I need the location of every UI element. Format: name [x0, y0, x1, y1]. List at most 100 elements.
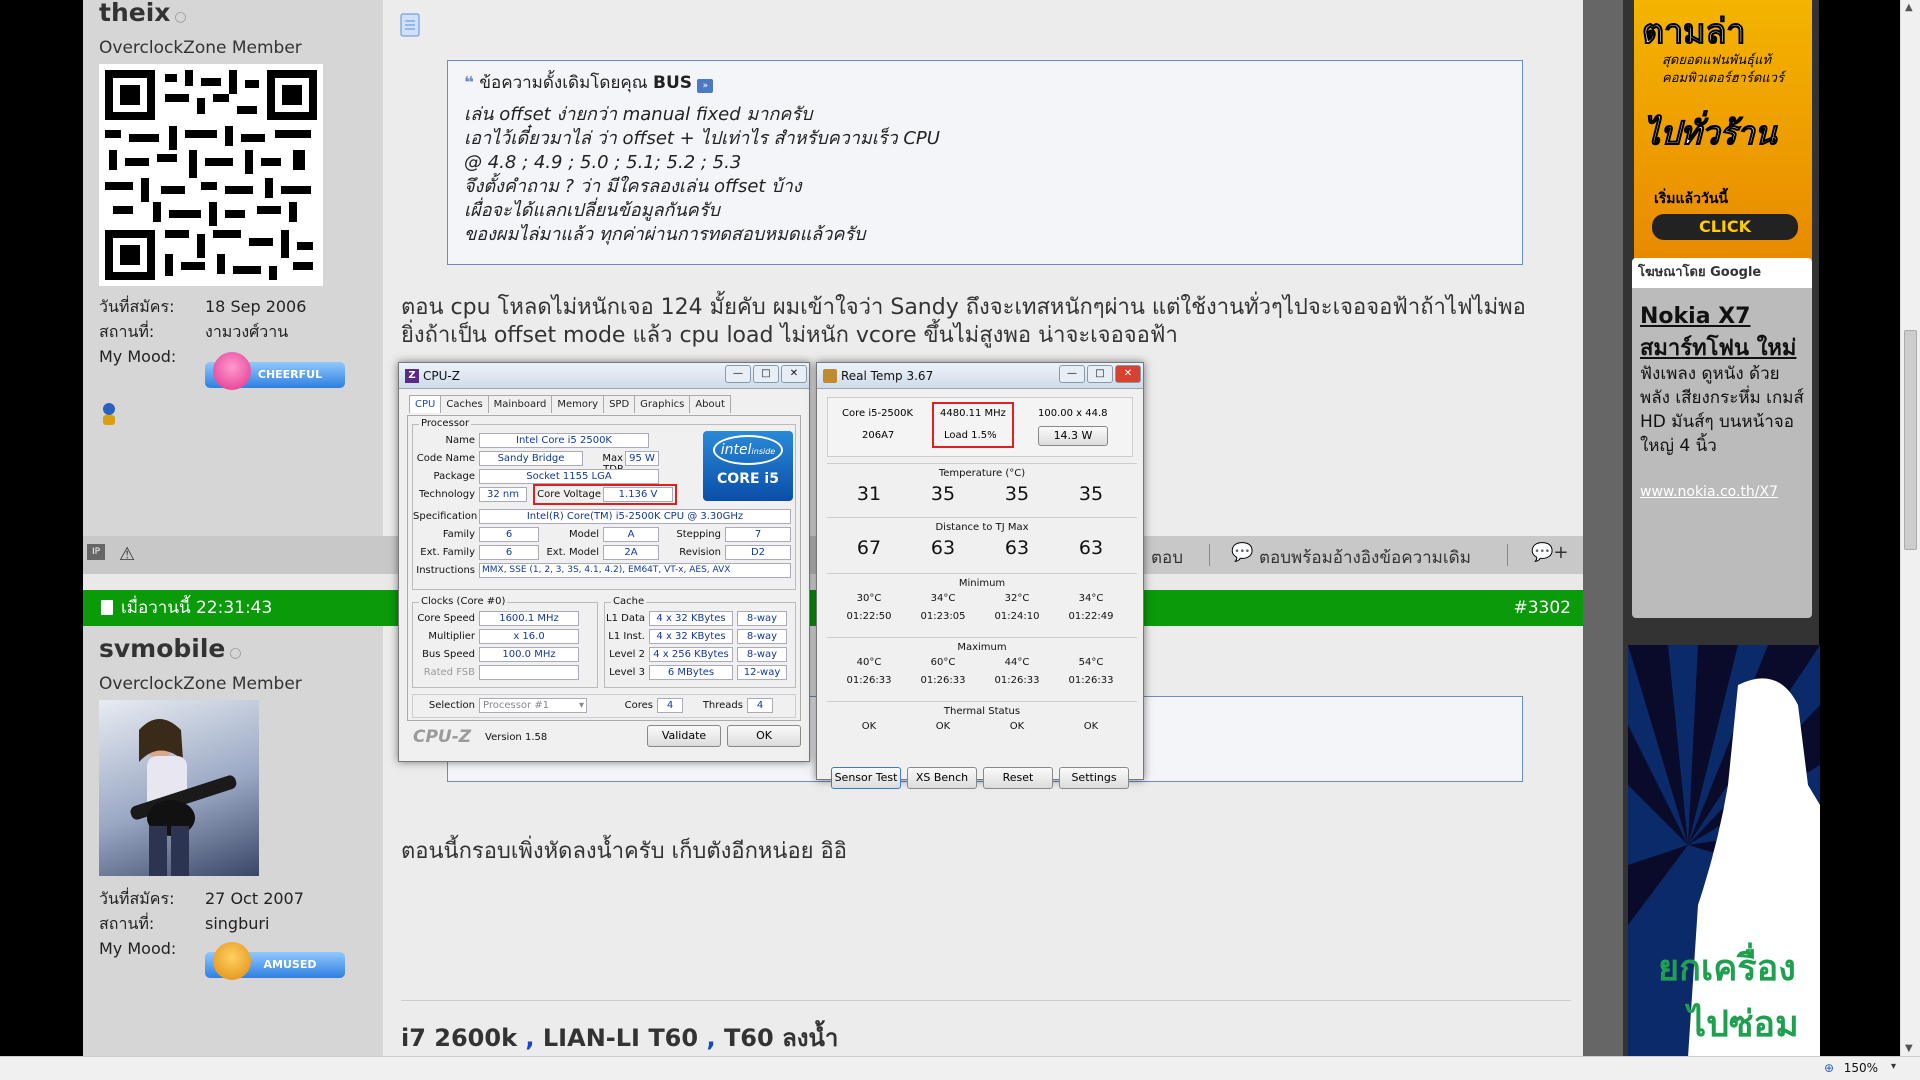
xs-bench-button[interactable]: XS Bench — [907, 767, 977, 789]
qr-code — [99, 64, 323, 286]
post1-username-text[interactable]: theix — [99, 0, 170, 27]
reply-button[interactable]: ตอบ — [1151, 544, 1183, 571]
instr-label: Instructions — [416, 565, 475, 576]
minimize-button[interactable]: — — [725, 365, 751, 383]
tab-about[interactable]: About — [689, 395, 731, 413]
cpuz-window[interactable]: Z CPU-Z — □ ✕ CPU Caches Mainboard Memory SP… — [398, 362, 810, 762]
maximize-button[interactable]: □ — [1087, 365, 1113, 383]
core-distance: 63 — [1078, 537, 1104, 559]
quote-header-text: ข้อความดั้งเดิมโดยคุณ — [479, 73, 648, 93]
ad-banner-contest[interactable]: ตามล่า สุดยอดแฟนพันธุ์แท้ คอมพิวเตอร์ฮาร… — [1634, 0, 1812, 260]
post2-avatar[interactable] — [99, 700, 259, 876]
post2-date: เมื่อวานนี้ 22:31:43 — [121, 598, 273, 618]
tab-memory[interactable]: Memory — [551, 395, 605, 413]
close-button[interactable]: ✕ — [1115, 365, 1141, 383]
cache-group: Cache L1 Data 4 x 32 KBytes 8-way L1 Ins… — [604, 596, 796, 688]
ad-banner-repair[interactable]: ยกเครื่อง ไปซ่อม — [1628, 645, 1820, 1057]
quote-author[interactable]: BUS — [653, 73, 692, 93]
tab-mainboard[interactable]: Mainboard — [487, 395, 553, 413]
core-status: OK — [1083, 721, 1099, 732]
processor-select[interactable]: Processor #1 ▾ — [479, 698, 587, 713]
processor-group: Processor Name Intel Core i5 2500K Code … — [412, 418, 796, 590]
close-button[interactable]: ✕ — [781, 365, 807, 383]
tab-spd[interactable]: SPD — [603, 395, 636, 413]
tab-caches[interactable]: Caches — [440, 395, 489, 413]
multi-quote-icon[interactable]: 💬+ — [1531, 542, 1569, 563]
nokia-ad-subtitle[interactable]: สมาร์ทโฟน ใหม่ — [1640, 330, 1796, 365]
selection-group: Selection Processor #1 ▾ Cores 4 Threads … — [412, 694, 796, 718]
core-max-time: 01:26:33 — [846, 675, 892, 686]
post2-mood-text: AMUSED — [263, 958, 317, 971]
ad1-click-button[interactable]: CLICK — [1652, 214, 1798, 240]
realtemp-titlebar[interactable]: Real Temp 3.67 — □ ✕ — [817, 363, 1143, 389]
quote-reply-button[interactable]: ตอบพร้อมอ้างอิงข้อความเดิม — [1259, 544, 1471, 571]
reset-button[interactable]: Reset — [983, 767, 1053, 789]
post1-rank: OverclockZone Member — [99, 38, 302, 58]
post2-number[interactable]: #3302 — [1513, 590, 1571, 626]
joined-value: 27 Oct 2007 — [205, 889, 304, 908]
core-max-time: 01:26:33 — [994, 675, 1040, 686]
view-post-icon[interactable]: » — [697, 79, 714, 93]
cpuz-titlebar[interactable]: Z CPU-Z — □ ✕ — [399, 363, 809, 389]
nokia-ad-title[interactable]: Nokia X7 — [1640, 304, 1750, 329]
offline-icon: ○ — [229, 645, 242, 661]
distance-label: Distance to TJ Max — [935, 522, 1029, 533]
post1-user-info: วันที่สมัคร: 18 Sep 2006 สถานที่: งามวงศ์ว… — [99, 294, 306, 369]
cache-group-title: Cache — [611, 596, 647, 607]
core-max-time: 01:26:33 — [1068, 675, 1114, 686]
mood-label: My Mood: — [99, 347, 177, 366]
zoom-icon[interactable]: ⊕ — [1824, 1061, 1834, 1075]
voltage-label: Core Voltage — [537, 489, 601, 500]
temperature-label: Temperature (°C) — [938, 468, 1026, 479]
bus-label: Bus Speed — [422, 649, 475, 660]
validate-button[interactable]: Validate — [647, 725, 721, 747]
cpuz-title: CPU-Z — [423, 369, 460, 383]
scroll-up-arrow[interactable]: ▲ — [1905, 2, 1913, 13]
scroll-down-arrow[interactable]: ▼ — [1905, 1043, 1913, 1054]
l1d-value: 4 x 32 KBytes — [649, 611, 733, 626]
thermal-status-label: Thermal Status — [943, 706, 1021, 717]
google-ad-label[interactable]: โฆษณาโดย Google — [1632, 258, 1812, 288]
report-icon[interactable]: ⚠ — [119, 544, 135, 565]
tab-graphics[interactable]: Graphics — [634, 395, 691, 413]
core-distance: 63 — [930, 537, 956, 559]
google-ad-nokia[interactable]: โฆษณาโดย Google Nokia X7 สมาร์ทโฟน ใหม่ … — [1632, 258, 1812, 618]
qr-code-image — [105, 70, 317, 280]
cpuz-body: CPU Caches Mainboard Memory SPD Graphics About… — [399, 389, 809, 761]
post2-divider — [401, 1000, 1571, 1001]
post2-username-text[interactable]: svmobile — [99, 634, 225, 663]
realtemp-window[interactable]: Real Temp 3.67 — □ ✕ Core i5-2500K 206A7… — [816, 362, 1144, 789]
core-min-time: 01:24:10 — [994, 611, 1040, 622]
nokia-ad-link[interactable]: www.nokia.co.th/X7 — [1640, 484, 1778, 500]
cores-label: Cores — [624, 700, 653, 711]
threads-value: 4 — [747, 698, 773, 713]
maximize-button[interactable]: □ — [753, 365, 779, 383]
intel-logo-text: intel — [720, 442, 752, 458]
corespeed-value: 1600.1 MHz — [479, 611, 579, 626]
fsb-label: Rated FSB — [423, 667, 475, 678]
post1-username[interactable]: theix ○ — [99, 0, 187, 27]
ad3-line2: ไปซ่อม — [1688, 1004, 1799, 1045]
minimize-button[interactable]: — — [1059, 365, 1085, 383]
spec-value: Intel(R) Core(TM) i5-2500K CPU @ 3.30GHz — [479, 509, 791, 524]
cpu-model: Core i5-2500K — [842, 408, 914, 419]
model-label: Model — [568, 529, 599, 540]
post2-username[interactable]: svmobile ○ — [99, 634, 242, 663]
core-min-temp: 34°C — [930, 593, 956, 604]
zoom-dropdown-icon[interactable]: ▾ — [1891, 1061, 1896, 1072]
core-min-time: 01:23:05 — [920, 611, 966, 622]
ip-icon[interactable]: IP — [87, 544, 105, 560]
tab-cpu[interactable]: CPU — [409, 395, 442, 413]
zoom-level[interactable]: 150% — [1844, 1061, 1878, 1075]
core-temp: 35 — [1004, 483, 1030, 505]
chevron-down-icon: ▾ — [578, 700, 584, 711]
vertical-scrollbar[interactable]: ▲ ▼ — [1900, 0, 1920, 1056]
settings-button[interactable]: Settings — [1059, 767, 1129, 789]
sensor-test-button[interactable]: Sensor Test — [831, 767, 901, 789]
scroll-thumb[interactable] — [1904, 330, 1917, 550]
quote-reply-icon[interactable]: 💬 — [1231, 542, 1253, 563]
sig-sep: , — [706, 1024, 716, 1052]
cpu-power: 14.3 W — [1038, 426, 1108, 446]
ok-button[interactable]: OK — [727, 725, 801, 747]
core-i5-text: CORE i5 — [717, 471, 779, 487]
